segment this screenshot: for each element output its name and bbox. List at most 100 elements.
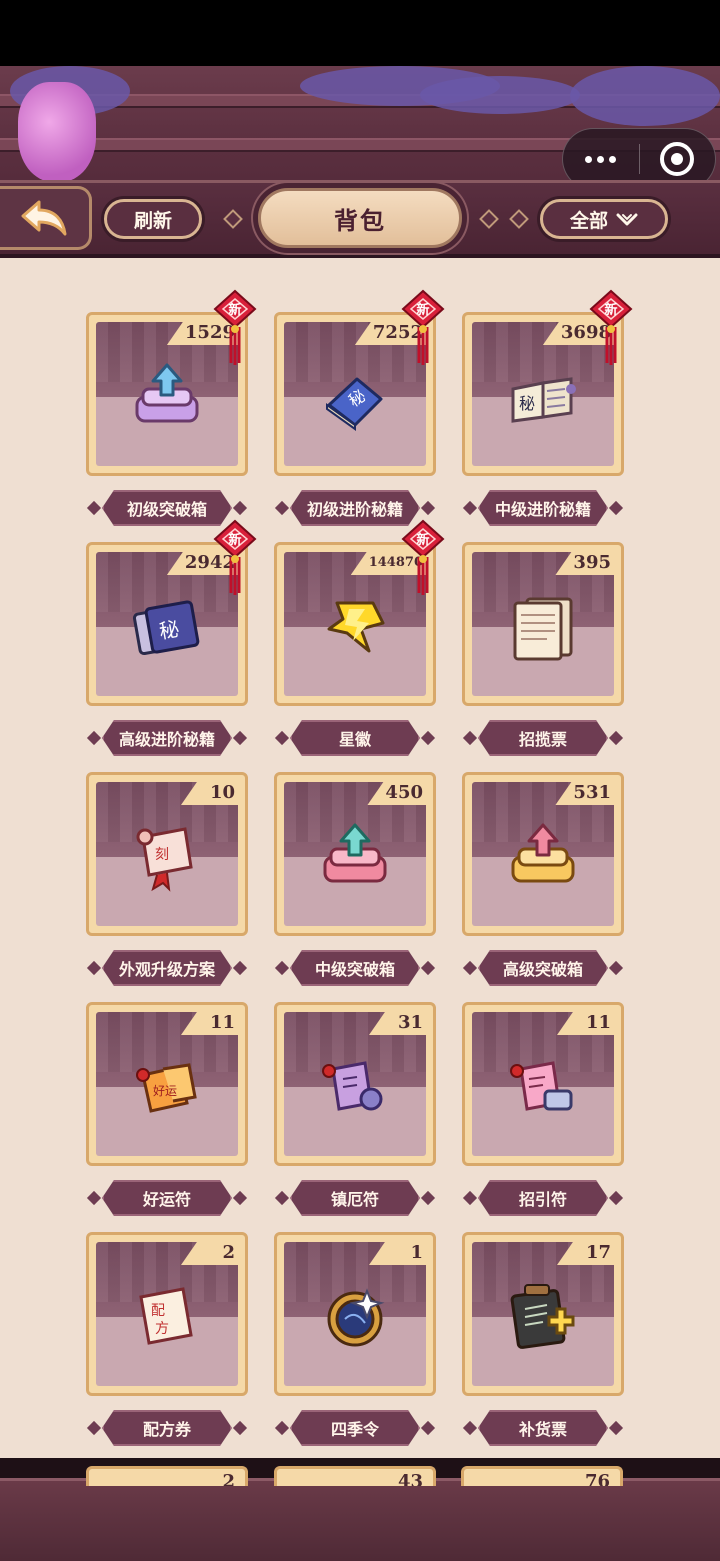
item-count: 76 — [584, 1471, 610, 1486]
inventory-card-partial[interactable]: 43 — [274, 1466, 436, 1486]
item-card[interactable]: 1 — [274, 1232, 436, 1396]
item-name: 招引符 — [478, 1180, 608, 1216]
recipe-coupon-icon: 配方 — [129, 1279, 205, 1355]
item-count: 43 — [397, 1471, 423, 1486]
star-emblem-icon — [317, 589, 393, 665]
item-name-plate: 镇厄符 — [274, 1180, 436, 1216]
inventory-item[interactable]: 395 招揽票 — [462, 542, 624, 772]
item-name: 镇厄符 — [290, 1180, 420, 1216]
item-name: 补货票 — [478, 1410, 608, 1446]
item-card[interactable]: 2942 秘新 — [86, 519, 257, 706]
svg-text:秘: 秘 — [157, 616, 181, 643]
item-name: 好运符 — [102, 1180, 232, 1216]
item-name-plate: 高级突破箱 — [462, 950, 624, 986]
svg-text:好运: 好运 — [153, 1084, 177, 1098]
item-card[interactable]: 10 刻 — [86, 772, 248, 936]
primary-advanced-manual-icon: 秘 — [317, 359, 393, 435]
svg-text:新: 新 — [416, 532, 429, 548]
four-seasons-token-icon — [317, 1279, 393, 1355]
refresh-button[interactable]: 刷新 — [104, 199, 202, 239]
inventory-item[interactable]: 2942 秘新高级进阶秘籍 — [86, 519, 257, 772]
item-card[interactable]: 3698 秘新 — [462, 289, 633, 476]
primary-breakthrough-box-icon — [129, 359, 205, 435]
page-title: 背包 — [258, 188, 462, 248]
inventory-item[interactable]: 3698 秘新中级进阶秘籍 — [462, 289, 633, 542]
item-name: 中级进阶秘籍 — [478, 490, 608, 526]
item-name: 高级突破箱 — [478, 950, 608, 986]
item-card[interactable]: 450 — [274, 772, 436, 936]
item-card[interactable]: 395 — [462, 542, 624, 706]
inventory-item[interactable]: 1 四季令 — [274, 1232, 436, 1458]
advanced-manual-icon: 秘 — [129, 589, 205, 665]
filter-dropdown[interactable]: 全部 — [540, 199, 668, 239]
item-name-plate: 中级突破箱 — [274, 950, 436, 986]
item-name-plate: 补货票 — [462, 1410, 624, 1446]
new-badge-icon: 新 — [587, 289, 635, 367]
advanced-breakthrough-box-icon — [505, 819, 581, 895]
svg-text:配: 配 — [151, 1303, 165, 1319]
back-arrow-icon — [21, 200, 66, 236]
item-name: 招揽票 — [478, 720, 608, 756]
item-name-plate: 星徽 — [274, 720, 436, 756]
inventory-item[interactable]: 7252 秘新初级进阶秘籍 — [274, 289, 445, 542]
inventory-item[interactable]: 17 补货票 — [462, 1232, 624, 1458]
item-name-plate: 高级进阶秘籍 — [86, 720, 248, 756]
item-card[interactable]: 7252 秘新 — [274, 289, 445, 476]
good-luck-talisman-icon: 好运 — [129, 1049, 205, 1125]
refresh-label: 刷新 — [133, 209, 172, 232]
item-card[interactable]: 1529 新 — [86, 289, 257, 476]
status-bar — [0, 0, 720, 66]
item-name-plate: 四季令 — [274, 1410, 436, 1446]
item-card[interactable]: 17 — [462, 1232, 624, 1396]
svg-text:秘: 秘 — [519, 394, 535, 413]
item-name: 外观升级方案 — [102, 950, 232, 986]
item-card[interactable]: 11 — [462, 1002, 624, 1166]
new-badge-icon: 新 — [211, 519, 259, 597]
item-name: 高级进阶秘籍 — [102, 720, 232, 756]
inventory-item[interactable]: 31 镇厄符 — [274, 1002, 436, 1232]
item-name-plate: 配方券 — [86, 1410, 248, 1446]
item-card[interactable]: 11 好运 — [86, 1002, 248, 1166]
inventory-item[interactable]: 144870 新星徽 — [274, 519, 445, 772]
ward-talisman-icon — [317, 1049, 393, 1125]
svg-text:新: 新 — [416, 302, 429, 318]
inventory-item[interactable]: 10 刻外观升级方案 — [86, 772, 248, 1002]
intermediate-breakthrough-box-icon — [317, 819, 393, 895]
inventory-item[interactable]: 1529 新初级突破箱 — [86, 289, 257, 542]
item-name-plate: 招揽票 — [462, 720, 624, 756]
recruit-ticket-icon — [505, 589, 581, 665]
inventory-item[interactable]: 2 配方配方券 — [86, 1232, 248, 1458]
restock-ticket-icon — [505, 1279, 581, 1355]
inventory-item[interactable]: 450 中级突破箱 — [274, 772, 436, 1002]
item-name: 配方券 — [102, 1410, 232, 1446]
item-card[interactable]: 31 — [274, 1002, 436, 1166]
back-button[interactable] — [0, 186, 92, 250]
item-card[interactable]: 2配方 — [86, 1232, 248, 1396]
svg-text:新: 新 — [228, 302, 241, 318]
item-card[interactable]: 531 — [462, 772, 624, 936]
item-count: 2 — [222, 1471, 235, 1486]
svg-text:方: 方 — [155, 1321, 169, 1337]
appearance-upgrade-scroll-icon: 刻 — [129, 819, 205, 895]
inventory-card-partial[interactable]: 2 — [86, 1466, 248, 1486]
inventory-item[interactable]: 11 好运好运符 — [86, 1002, 248, 1232]
item-card[interactable]: 144870 新 — [274, 519, 445, 706]
item-name: 中级突破箱 — [290, 950, 420, 986]
new-badge-icon: 新 — [399, 289, 447, 367]
svg-text:新: 新 — [604, 302, 617, 318]
intermediate-advanced-manual-icon: 秘 — [505, 359, 581, 435]
svg-text:刻: 刻 — [155, 847, 169, 863]
attract-talisman-icon — [505, 1049, 581, 1125]
new-badge-icon: 新 — [211, 289, 259, 367]
item-name-plate: 外观升级方案 — [86, 950, 248, 986]
inventory-item[interactable]: 531 高级突破箱 — [462, 772, 624, 1002]
item-name: 星徽 — [290, 720, 420, 756]
svg-text:新: 新 — [228, 532, 241, 548]
chevron-down-icon — [616, 213, 638, 226]
inventory-card-partial[interactable]: 76 — [461, 1466, 623, 1486]
item-name-plate: 中级进阶秘籍 — [462, 490, 624, 526]
inventory-item[interactable]: 11 招引符 — [462, 1002, 624, 1232]
page-title-text: 背包 — [334, 206, 386, 235]
item-name-plate: 好运符 — [86, 1180, 248, 1216]
new-badge-icon: 新 — [399, 519, 447, 597]
